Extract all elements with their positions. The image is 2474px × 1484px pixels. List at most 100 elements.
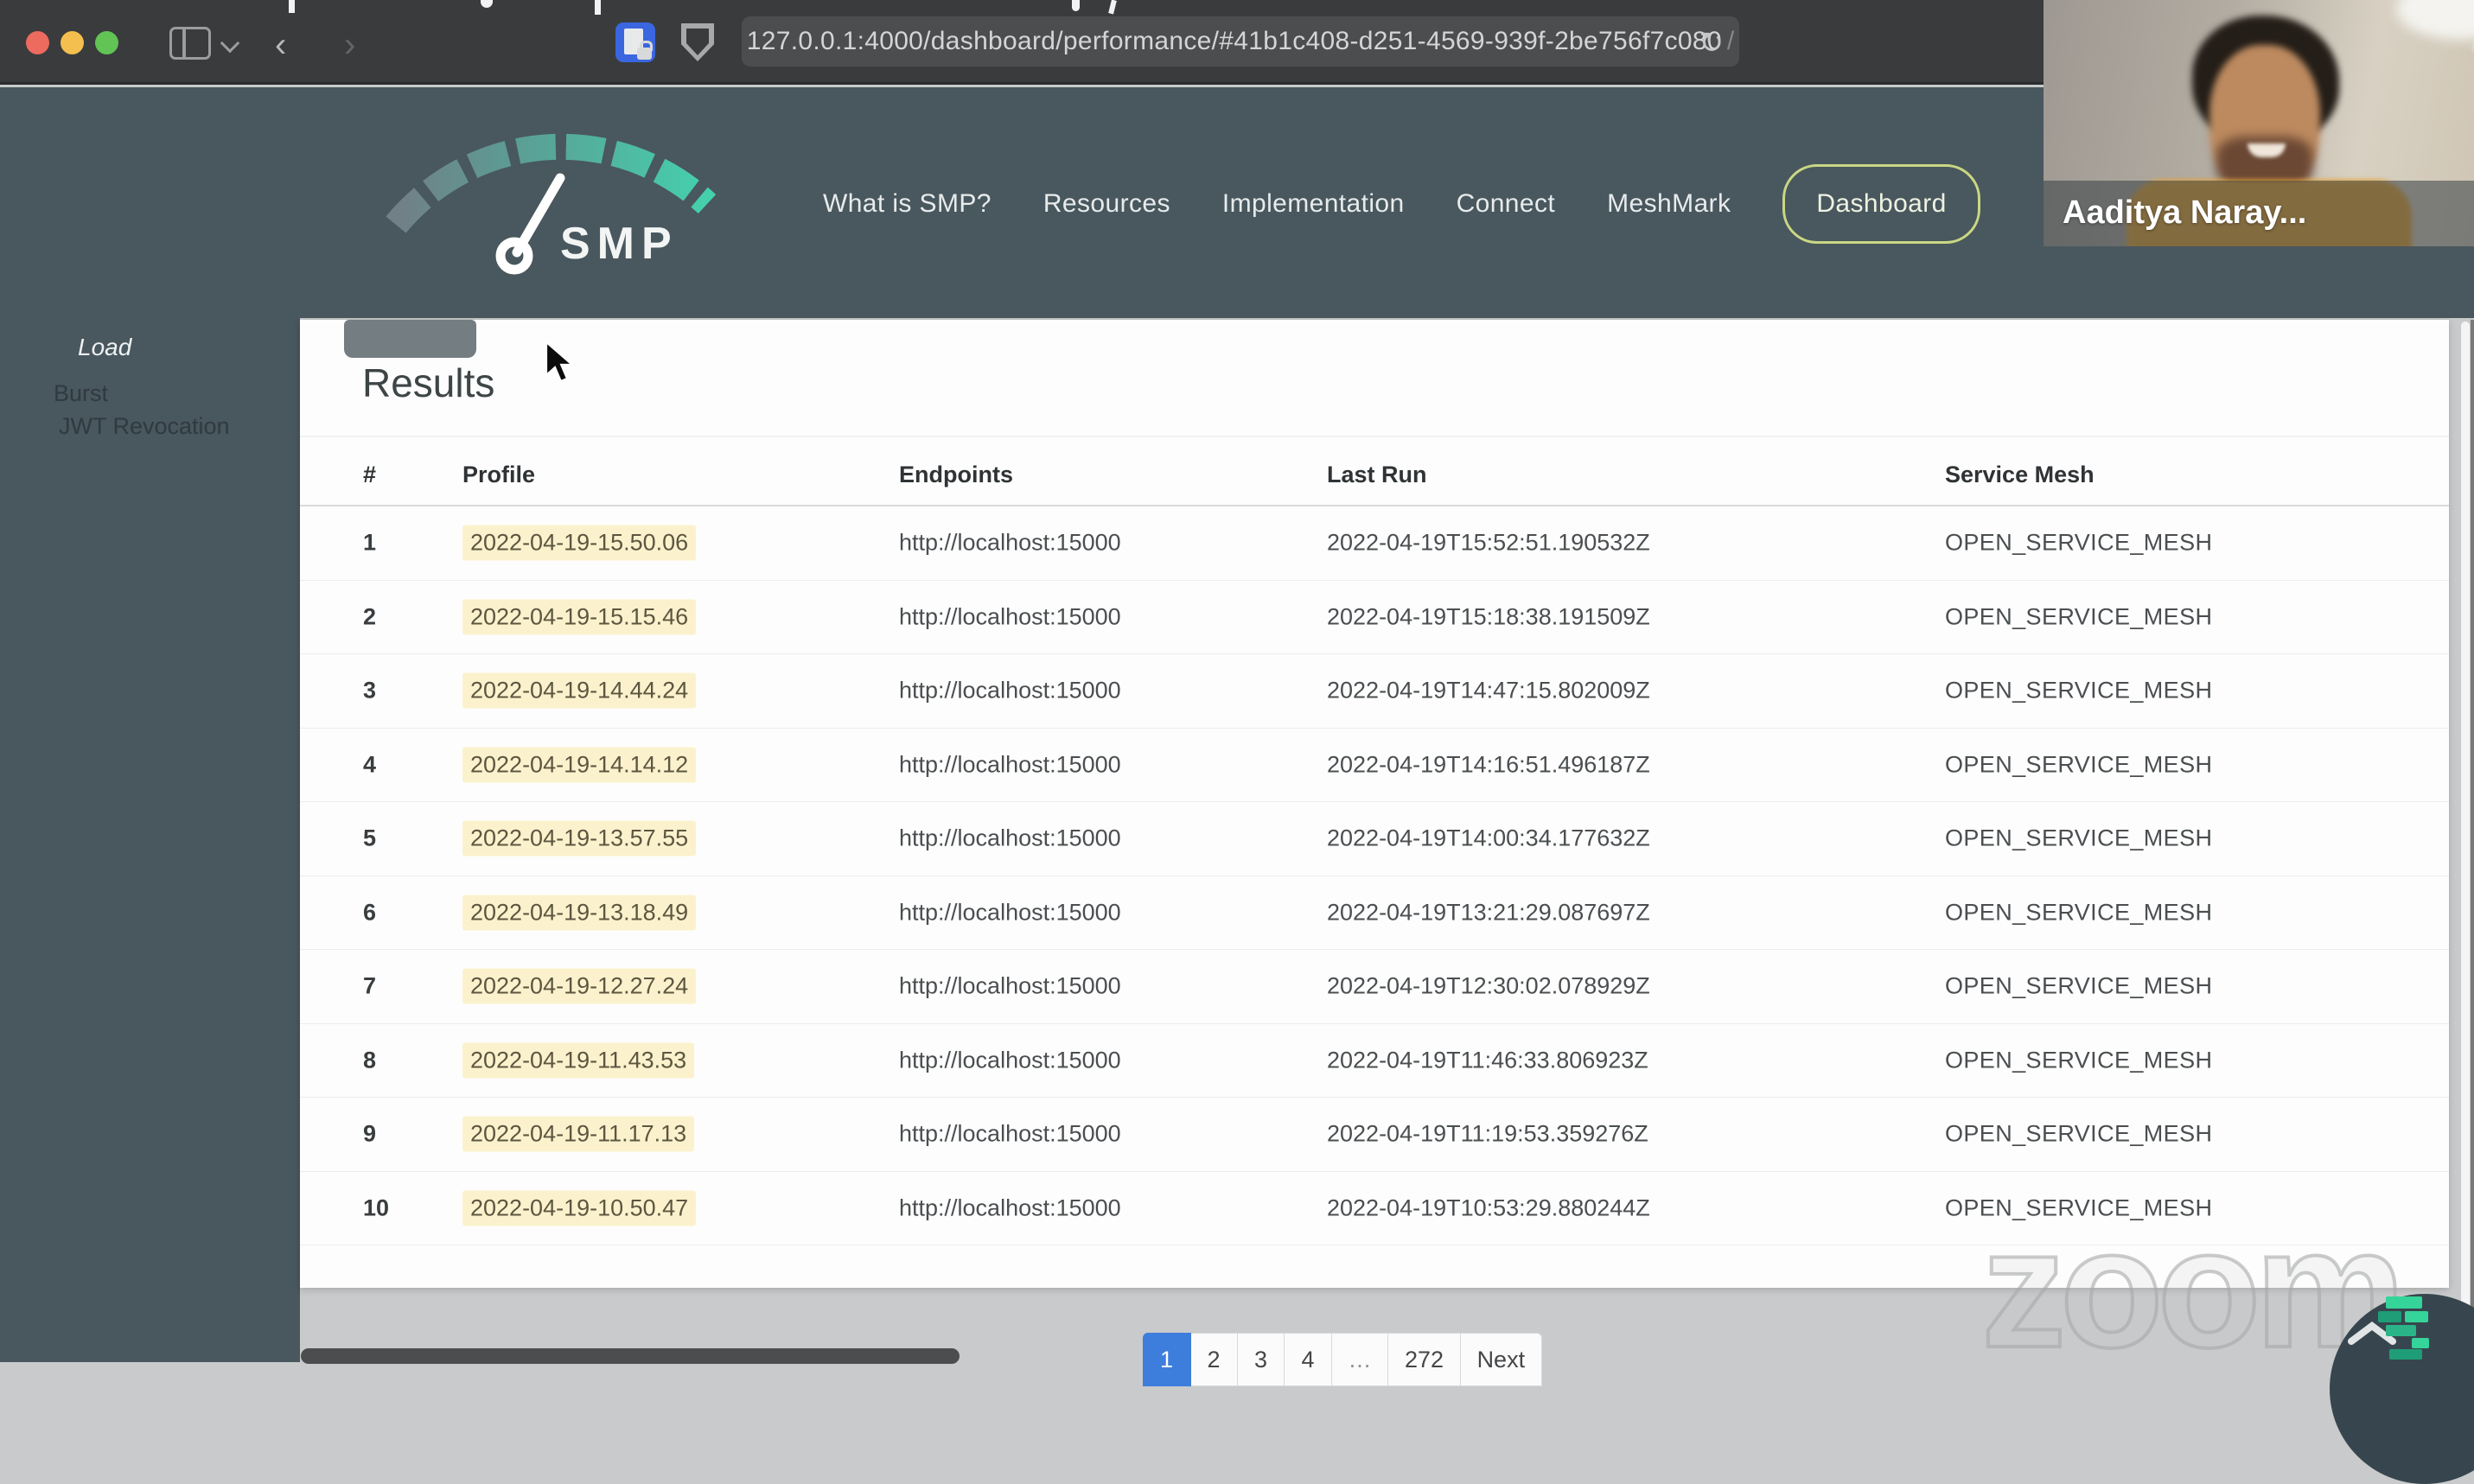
webcam-overlay[interactable]: Aaditya Naray... (2044, 0, 2474, 246)
table-header: # Profile Endpoints Last Run Service Mes… (300, 449, 2449, 506)
layer5-logo-brick (2389, 1349, 2422, 1360)
pagination-label: … (1348, 1346, 1372, 1373)
table-row[interactable]: 9 2022-04-19-11.17.13 http://localhost:1… (300, 1098, 2449, 1172)
service-mesh-name: OPEN_SERVICE_MESH (1945, 1047, 2213, 1073)
pagination-label: 2 (1207, 1346, 1221, 1373)
participant-name: Aaditya Naray... (2063, 194, 2307, 231)
sidebar-item-load[interactable]: Load (78, 334, 131, 361)
table-row[interactable]: 5 2022-04-19-13.57.55 http://localhost:1… (300, 802, 2449, 876)
layer5-logo-brick (2412, 1338, 2429, 1348)
close-window-button[interactable] (26, 31, 49, 54)
nav-item[interactable]: Dashboard (1782, 164, 1980, 244)
vertical-scrollbar[interactable] (2461, 322, 2470, 1362)
column-header-profile: Profile (462, 462, 536, 487)
minimize-window-button[interactable] (61, 31, 84, 54)
pagination-button[interactable]: Next (1459, 1333, 1543, 1386)
extension-icon[interactable] (615, 22, 655, 62)
pagination-button[interactable]: 4 (1284, 1333, 1332, 1386)
service-mesh-name: OPEN_SERVICE_MESH (1945, 825, 2213, 851)
nav-item[interactable]: What is SMP? (823, 189, 992, 219)
profile-name[interactable]: 2022-04-19-10.50.47 (462, 1190, 697, 1226)
endpoint-url: http://localhost:15000 (899, 899, 1121, 926)
pagination-button[interactable]: … (1330, 1333, 1389, 1386)
profile-name[interactable]: 2022-04-19-11.17.13 (462, 1116, 695, 1152)
endpoint-url: http://localhost:15000 (899, 603, 1121, 630)
nav-item[interactable]: Resources (1043, 189, 1170, 219)
endpoint-url: http://localhost:15000 (899, 1120, 1121, 1147)
profile-name[interactable]: 2022-04-19-13.57.55 (462, 820, 697, 857)
row-number: 2 (363, 603, 377, 630)
endpoint-url: http://localhost:15000 (899, 972, 1121, 999)
layer5-logo-brick (2386, 1325, 2416, 1336)
pagination-label: Next (1476, 1346, 1526, 1373)
layer5-logo-brick (2405, 1311, 2428, 1322)
sidebar-item-jwt-revocation[interactable]: JWT Revocation (59, 413, 230, 440)
service-mesh-name: OPEN_SERVICE_MESH (1945, 677, 2213, 704)
shield-extension-icon[interactable] (681, 23, 714, 61)
pagination-button[interactable]: 1 (1142, 1333, 1191, 1386)
last-run-timestamp: 2022-04-19T11:19:53.359276Z (1327, 1120, 1648, 1147)
nav-item[interactable]: Connect (1457, 189, 1556, 219)
table-row[interactable]: 2 2022-04-19-15.15.46 http://localhost:1… (300, 581, 2449, 654)
nav-item[interactable]: Implementation (1222, 189, 1405, 219)
reload-icon[interactable]: ↻ (1699, 26, 1725, 61)
service-mesh-name: OPEN_SERVICE_MESH (1945, 1120, 2213, 1147)
profile-name[interactable]: 2022-04-19-15.50.06 (462, 525, 697, 561)
pagination-button[interactable]: 3 (1236, 1333, 1285, 1386)
column-header-servicemesh: Service Mesh (1945, 462, 2095, 487)
sidebar-toggle-icon[interactable] (169, 27, 211, 60)
endpoint-url: http://localhost:15000 (899, 1194, 1121, 1221)
table-row[interactable]: 6 2022-04-19-13.18.49 http://localhost:1… (300, 876, 2449, 950)
nav-item-label: What is SMP? (823, 189, 992, 218)
row-number: 1 (363, 529, 377, 556)
row-number: 9 (363, 1120, 377, 1147)
endpoint-url: http://localhost:15000 (899, 677, 1121, 704)
address-bar[interactable]: 127.0.0.1:4000/dashboard/performance/#41… (742, 16, 1739, 67)
row-number: 10 (363, 1194, 390, 1221)
back-button[interactable]: ‹ (275, 26, 286, 65)
profile-name[interactable]: 2022-04-19-14.44.24 (462, 672, 697, 709)
layer5-logo-brick (2386, 1296, 2422, 1309)
mouse-cursor (545, 341, 575, 383)
endpoint-url: http://localhost:15000 (899, 529, 1121, 556)
row-number: 5 (363, 825, 377, 851)
service-mesh-name: OPEN_SERVICE_MESH (1945, 603, 2213, 630)
zoom-window-button[interactable] (95, 31, 118, 54)
endpoint-url: http://localhost:15000 (899, 1047, 1121, 1073)
left-sidebar (0, 318, 300, 1362)
service-mesh-name: OPEN_SERVICE_MESH (1945, 751, 2213, 778)
profile-name[interactable]: 2022-04-19-12.27.24 (462, 968, 697, 1004)
pagination-button[interactable]: 2 (1189, 1333, 1238, 1386)
endpoint-url: http://localhost:15000 (899, 751, 1121, 778)
smp-gauge-logo (386, 133, 717, 275)
collapsed-tab-stub[interactable] (344, 320, 476, 358)
nav-item[interactable]: MeshMark (1607, 189, 1731, 219)
last-run-timestamp: 2022-04-19T15:52:51.190532Z (1327, 529, 1650, 556)
divider (300, 436, 2449, 437)
table-row[interactable]: 4 2022-04-19-14.14.12 http://localhost:1… (300, 729, 2449, 802)
table-row[interactable]: 3 2022-04-19-14.44.24 http://localhost:1… (300, 654, 2449, 729)
row-number: 7 (363, 972, 377, 999)
sidebar-item-burst[interactable]: Burst (54, 380, 108, 407)
table-row[interactable]: 7 2022-04-19-12.27.24 http://localhost:1… (300, 950, 2449, 1024)
service-mesh-name: OPEN_SERVICE_MESH (1945, 529, 2213, 556)
profile-name[interactable]: 2022-04-19-15.15.46 (462, 599, 697, 635)
pagination-label: 272 (1405, 1346, 1444, 1373)
last-run-timestamp: 2022-04-19T12:30:02.078929Z (1327, 972, 1650, 999)
table-row[interactable]: 8 2022-04-19-11.43.53 http://localhost:1… (300, 1024, 2449, 1098)
main-nav: What is SMP? Resources Implementation Co… (823, 157, 1980, 251)
profile-name[interactable]: 2022-04-19-14.14.12 (462, 747, 697, 783)
chevron-down-icon[interactable] (220, 33, 240, 54)
horizontal-scrollbar[interactable] (301, 1348, 960, 1364)
pagination: 1 2 3 4 … 272 Next (1142, 1333, 1543, 1386)
column-header-number: # (363, 462, 377, 487)
column-header-lastrun: Last Run (1327, 462, 1427, 487)
pagination-button[interactable]: 272 (1387, 1333, 1462, 1386)
page-title: Results (362, 360, 495, 405)
last-run-timestamp: 2022-04-19T14:00:34.177632Z (1327, 825, 1650, 851)
profile-name[interactable]: 2022-04-19-11.43.53 (462, 1042, 695, 1079)
forward-button[interactable]: › (344, 26, 355, 65)
table-row[interactable]: 1 2022-04-19-15.50.06 http://localhost:1… (300, 506, 2449, 581)
pagination-label: 3 (1253, 1346, 1268, 1373)
profile-name[interactable]: 2022-04-19-13.18.49 (462, 895, 697, 931)
